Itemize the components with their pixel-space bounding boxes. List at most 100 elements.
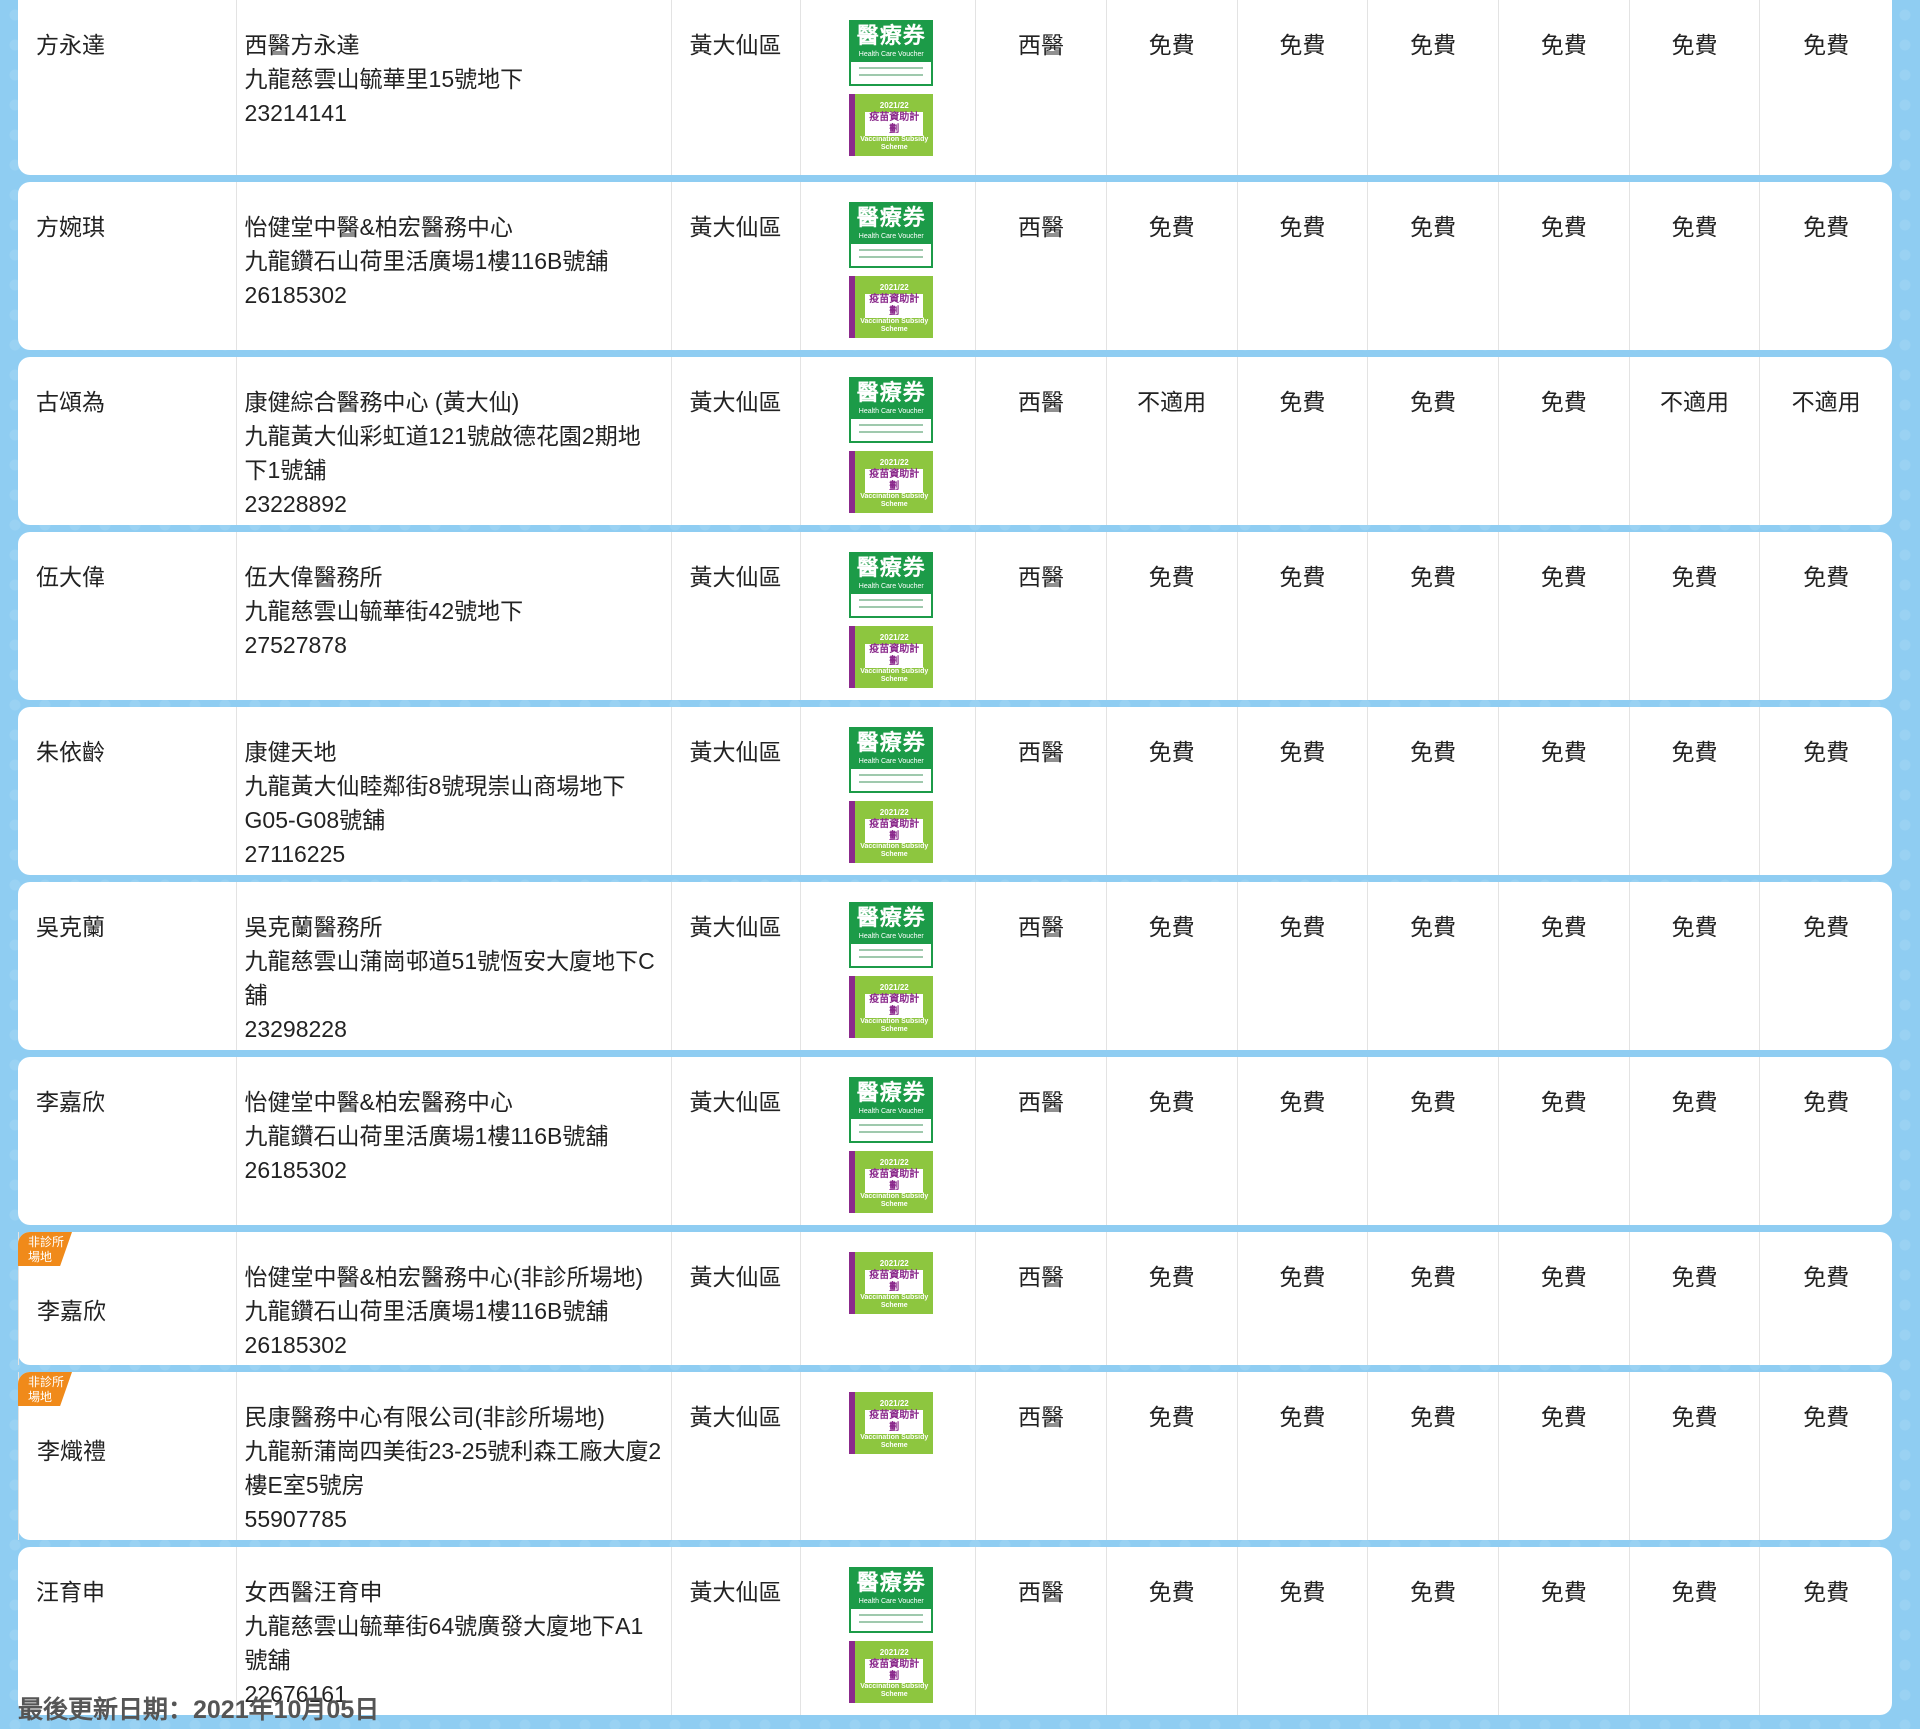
vaccine-fee: 免費 bbox=[1759, 707, 1892, 875]
vaccine-fee: 免費 bbox=[1367, 532, 1498, 700]
doctor-name[interactable]: 李嘉欣 bbox=[18, 1057, 236, 1225]
vaccine-fee: 免費 bbox=[1497, 1232, 1629, 1365]
clinic-info: 怡健堂中醫&柏宏醫務中心(非診所場地) 九龍鑽石山荷里活廣場1樓116B號舖 261… bbox=[235, 1232, 671, 1365]
vaccine-fee: 免費 bbox=[1367, 1372, 1498, 1540]
vaccine-fee: 免費 bbox=[1367, 182, 1498, 350]
table-row[interactable]: 非診所場地 李熾禮 民康醫務中心有限公司(非診所場地) 九龍新蒲崗四美街23-25號利… bbox=[18, 1372, 1892, 1540]
vaccine-fee: 免費 bbox=[1759, 1232, 1892, 1365]
vaccine-fee: 免費 bbox=[1367, 1547, 1498, 1715]
vaccine-fee: 免費 bbox=[1497, 182, 1629, 350]
vaccine-fee: 免費 bbox=[1497, 0, 1629, 175]
vaccine-fee: 免費 bbox=[1497, 1057, 1629, 1225]
clinic-phone[interactable]: 27116225 bbox=[245, 837, 663, 871]
table-row[interactable]: 伍大偉 伍大偉醫務所 九龍慈雲山毓華街42號地下 27527878 黃大仙區 醫療券 Hea… bbox=[18, 532, 1892, 700]
clinic-phone[interactable]: 27527878 bbox=[245, 628, 663, 662]
clinic-phone[interactable]: 23298228 bbox=[245, 1012, 663, 1046]
vaccination-subsidy-scheme-logo: 2021/22 疫苗資助計劃 Vaccination Subsidy Scheme bbox=[849, 451, 934, 513]
clinic-phone[interactable]: 55907785 bbox=[245, 1502, 663, 1536]
vaccine-fee: 免費 bbox=[1105, 1372, 1237, 1540]
clinic-phone[interactable]: 23214141 bbox=[245, 96, 663, 130]
clinic-address: 九龍慈雲山蒲崗邨道51號恆安大廈地下C舖 bbox=[244, 948, 655, 1008]
vaccine-fee: 免費 bbox=[1628, 1547, 1760, 1715]
clinic-name: 伍大偉醫務所 bbox=[244, 564, 383, 590]
health-care-voucher-logo: 醫療券 Health Care Voucher bbox=[849, 552, 934, 618]
practice-type: 西醫 bbox=[974, 182, 1106, 350]
health-care-voucher-logo: 醫療券 Health Care Voucher bbox=[849, 902, 934, 968]
clinic-address: 九龍慈雲山毓華街64號廣發大廈地下A1號舖 bbox=[244, 1613, 644, 1673]
scheme-logos: 醫療券 Health Care Voucher 2021/22 疫苗資助計劃 Vacci… bbox=[800, 882, 975, 1050]
vaccine-fee: 免費 bbox=[1236, 1232, 1368, 1365]
health-care-voucher-logo: 醫療券 Health Care Voucher bbox=[849, 20, 934, 86]
health-care-voucher-logo: 醫療券 Health Care Voucher bbox=[849, 727, 934, 793]
clinic-address: 九龍新蒲崗四美街23-25號利森工廠大廈2樓E室5號房 bbox=[244, 1438, 662, 1498]
vaccine-fee: 免費 bbox=[1236, 1547, 1368, 1715]
vaccination-subsidy-scheme-logo: 2021/22 疫苗資助計劃 Vaccination Subsidy Scheme bbox=[849, 1641, 934, 1703]
vaccine-fee: 免費 bbox=[1628, 1232, 1760, 1365]
clinic-info: 民康醫務中心有限公司(非診所場地) 九龍新蒲崗四美街23-25號利森工廠大廈2樓E… bbox=[235, 1372, 671, 1540]
vaccine-fee: 免費 bbox=[1367, 357, 1498, 525]
district: 黃大仙區 bbox=[670, 1057, 801, 1225]
vaccine-fee: 免費 bbox=[1236, 707, 1368, 875]
clinic-address: 九龍鑽石山荷里活廣場1樓116B號舖 bbox=[244, 248, 609, 274]
district: 黃大仙區 bbox=[670, 1547, 801, 1715]
doctor-name[interactable]: 吳克蘭 bbox=[18, 882, 236, 1050]
vaccine-fee: 免費 bbox=[1105, 182, 1237, 350]
table-row[interactable]: 方永達 西醫方永達 九龍慈雲山毓華里15號地下 23214141 黃大仙區 醫療券 Heal… bbox=[18, 0, 1892, 175]
vaccination-subsidy-scheme-logo: 2021/22 疫苗資助計劃 Vaccination Subsidy Scheme bbox=[849, 1392, 934, 1454]
table-row[interactable]: 朱依齡 康健天地 九龍黃大仙睦鄰街8號現崇山商場地下G05-G08號舖 2711622… bbox=[18, 707, 1892, 875]
vaccine-fee: 免費 bbox=[1236, 882, 1368, 1050]
vaccination-subsidy-scheme-logo: 2021/22 疫苗資助計劃 Vaccination Subsidy Scheme bbox=[849, 94, 934, 156]
vaccine-fee: 免費 bbox=[1628, 882, 1760, 1050]
clinic-address: 九龍黃大仙彩虹道121號啟德花園2期地下1號舖 bbox=[244, 423, 641, 483]
scheme-logos: 醫療券 Health Care Voucher 2021/22 疫苗資助計劃 Vacci… bbox=[800, 1547, 975, 1715]
vaccine-fee: 免費 bbox=[1497, 1372, 1629, 1540]
vaccine-fee: 免費 bbox=[1236, 532, 1368, 700]
practice-type: 西醫 bbox=[974, 1232, 1106, 1365]
table-row[interactable]: 非診所場地 李嘉欣 怡健堂中醫&柏宏醫務中心(非診所場地) 九龍鑽石山荷里活廣場1樓1… bbox=[18, 1232, 1892, 1365]
clinic-info: 西醫方永達 九龍慈雲山毓華里15號地下 23214141 bbox=[235, 0, 671, 175]
clinic-address: 九龍慈雲山毓華街42號地下 bbox=[244, 598, 524, 624]
health-care-voucher-logo: 醫療券 Health Care Voucher bbox=[849, 1567, 934, 1633]
clinic-name: 民康醫務中心有限公司(非診所場地) bbox=[244, 1404, 605, 1430]
clinic-name: 怡健堂中醫&柏宏醫務中心 bbox=[244, 214, 513, 240]
doctor-name[interactable]: 朱依齡 bbox=[18, 707, 236, 875]
vaccine-fee: 免費 bbox=[1236, 0, 1368, 175]
clinic-name: 吳克蘭醫務所 bbox=[244, 914, 383, 940]
clinic-info: 怡健堂中醫&柏宏醫務中心 九龍鑽石山荷里活廣場1樓116B號舖 26185302 bbox=[235, 1057, 671, 1225]
health-care-voucher-logo: 醫療券 Health Care Voucher bbox=[849, 1077, 934, 1143]
practice-type: 西醫 bbox=[974, 0, 1106, 175]
table-row[interactable]: 古頌為 康健綜合醫務中心 (黃大仙) 九龍黃大仙彩虹道121號啟德花園2期地下1號舖… bbox=[18, 357, 1892, 525]
district: 黃大仙區 bbox=[670, 882, 801, 1050]
vaccine-fee: 免費 bbox=[1367, 1232, 1498, 1365]
clinic-phone[interactable]: 26185302 bbox=[245, 1153, 663, 1187]
vaccine-fee: 免費 bbox=[1497, 882, 1629, 1050]
vaccine-fee: 免費 bbox=[1105, 707, 1237, 875]
table-row[interactable]: 李嘉欣 怡健堂中醫&柏宏醫務中心 九龍鑽石山荷里活廣場1樓116B號舖 2618530… bbox=[18, 1057, 1892, 1225]
doctor-name[interactable]: 方永達 bbox=[18, 0, 236, 175]
vaccine-fee: 免費 bbox=[1236, 182, 1368, 350]
table-row[interactable]: 吳克蘭 吳克蘭醫務所九龍慈雲山蒲崗邨道51號恆安大廈地下C舖 23298228 黃大仙… bbox=[18, 882, 1892, 1050]
clinic-phone[interactable]: 23228892 bbox=[245, 487, 663, 521]
practice-type: 西醫 bbox=[974, 1547, 1106, 1715]
district: 黃大仙區 bbox=[670, 1232, 801, 1365]
doctor-name[interactable]: 伍大偉 bbox=[18, 532, 236, 700]
practice-type: 西醫 bbox=[974, 532, 1106, 700]
clinic-info: 伍大偉醫務所九龍慈雲山毓華街42號地下 27527878 bbox=[235, 532, 671, 700]
clinic-address: 九龍黃大仙睦鄰街8號現崇山商場地下G05-G08號舖 bbox=[244, 773, 626, 833]
district: 黃大仙區 bbox=[670, 357, 801, 525]
vaccination-subsidy-scheme-logo: 2021/22 疫苗資助計劃 Vaccination Subsidy Scheme bbox=[849, 276, 934, 338]
vaccine-fee: 不適用 bbox=[1628, 357, 1760, 525]
clinic-phone[interactable]: 26185302 bbox=[245, 1328, 663, 1362]
clinic-phone[interactable]: 26185302 bbox=[245, 278, 663, 312]
doctor-table: 方永達 西醫方永達 九龍慈雲山毓華里15號地下 23214141 黃大仙區 醫療券 Heal… bbox=[18, 0, 1892, 1722]
vaccine-fee: 免費 bbox=[1759, 1057, 1892, 1225]
clinic-name: 怡健堂中醫&柏宏醫務中心 bbox=[244, 1089, 513, 1115]
scheme-logos: 醫療券 Health Care Voucher 2021/22 疫苗資助計劃 Vacci… bbox=[800, 707, 975, 875]
doctor-name[interactable]: 古頌為 bbox=[18, 357, 236, 525]
vaccine-fee: 免費 bbox=[1628, 707, 1760, 875]
vaccine-fee: 免費 bbox=[1759, 882, 1892, 1050]
doctor-name[interactable]: 方婉琪 bbox=[18, 182, 236, 350]
table-row[interactable]: 方婉琪 怡健堂中醫&柏宏醫務中心九龍鑽石山荷里活廣場1樓116B號舖 2618530… bbox=[18, 182, 1892, 350]
clinic-info: 怡健堂中醫&柏宏醫務中心九龍鑽石山荷里活廣場1樓116B號舖 26185302 bbox=[235, 182, 671, 350]
scheme-logos: 2021/22 疫苗資助計劃 Vaccination Subsidy Scheme bbox=[800, 1232, 975, 1365]
